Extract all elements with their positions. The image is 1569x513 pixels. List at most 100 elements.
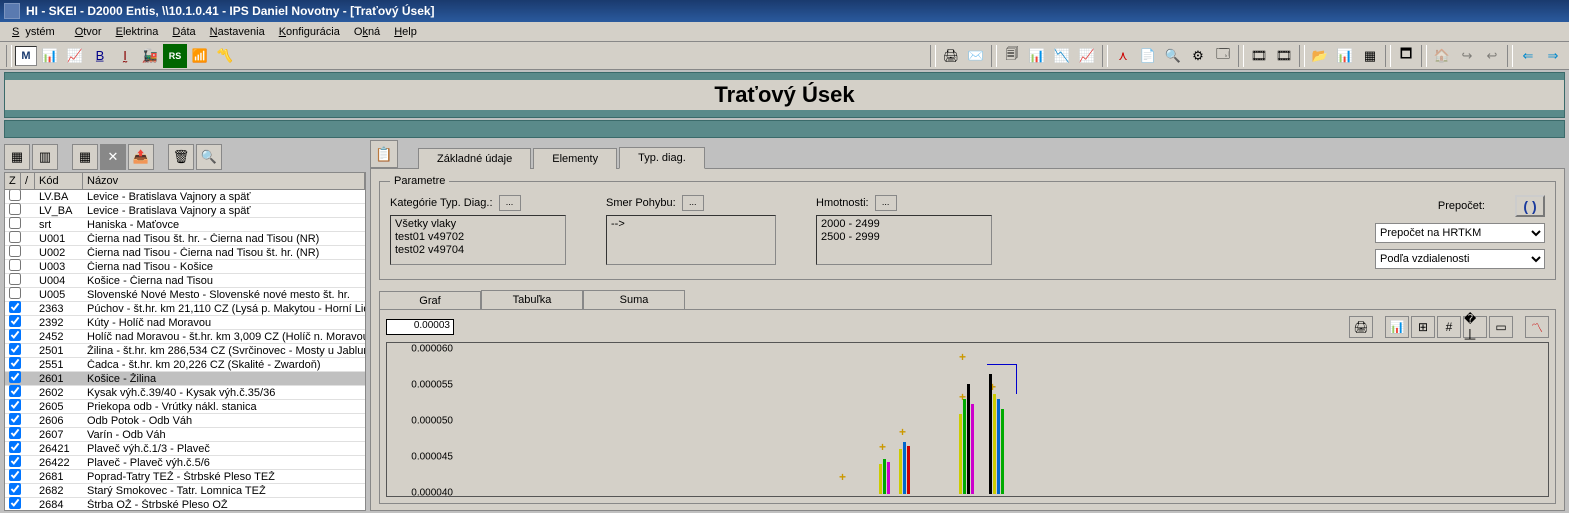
- row-checkbox[interactable]: [9, 329, 21, 341]
- tab-typ-diag[interactable]: Typ. diag.: [619, 147, 705, 169]
- grid-header-slash[interactable]: /: [21, 173, 35, 189]
- toolbar-film2-icon[interactable]: 🎞: [1272, 44, 1296, 68]
- lp-close-icon[interactable]: ✕: [100, 144, 126, 170]
- table-row[interactable]: srtHaniska - Maťovce: [5, 218, 365, 232]
- row-checkbox[interactable]: [9, 385, 21, 397]
- lp-grid1-icon[interactable]: ▦: [4, 144, 30, 170]
- chart-plot[interactable]: 0.0000600.0000550.0000500.0000450.000040…: [386, 342, 1549, 497]
- chart-tool4-icon[interactable]: �丄: [1463, 316, 1487, 338]
- row-checkbox[interactable]: [9, 371, 21, 383]
- hmot-button[interactable]: ...: [875, 195, 897, 211]
- row-checkbox[interactable]: [9, 287, 21, 299]
- row-checkbox[interactable]: [9, 203, 21, 215]
- toolbar-chart3-icon[interactable]: 📉: [1050, 44, 1074, 68]
- row-checkbox[interactable]: [9, 343, 21, 355]
- table-row[interactable]: 26422Plaveč - Plaveč výh.č.5/6: [5, 456, 365, 470]
- row-checkbox[interactable]: [9, 413, 21, 425]
- row-checkbox[interactable]: [9, 259, 21, 271]
- table-row[interactable]: 2607Varín - Odb Váh: [5, 428, 365, 442]
- menu-help[interactable]: Help: [388, 24, 423, 40]
- row-checkbox[interactable]: [9, 427, 21, 439]
- toolbar-chart2-icon[interactable]: 📊: [1025, 44, 1049, 68]
- grid-header-z[interactable]: Z: [5, 173, 21, 189]
- tab-zakladne[interactable]: Základné údaje: [418, 148, 531, 169]
- recalc-combo1[interactable]: Prepočet na HRTKM: [1375, 223, 1545, 243]
- menu-system[interactable]: Systém: [6, 24, 67, 40]
- toolbar-btn-chart[interactable]: 〽️: [213, 44, 237, 68]
- smer-list[interactable]: -->: [606, 215, 776, 265]
- chart-tool2-icon[interactable]: ⊞: [1411, 316, 1435, 338]
- subtab-graf[interactable]: Graf: [379, 291, 481, 310]
- toolbar-fwd-icon[interactable]: ⇒: [1541, 44, 1565, 68]
- chart-tool3-icon[interactable]: #: [1437, 316, 1461, 338]
- table-row[interactable]: 2682Starý Smokovec - Tatr. Lomnica TEŽ: [5, 484, 365, 498]
- row-checkbox[interactable]: [9, 231, 21, 243]
- chart-tool1-icon[interactable]: 📊: [1385, 316, 1409, 338]
- recalc-button[interactable]: ( ): [1515, 195, 1545, 217]
- menu-otvor[interactable]: Otvor: [69, 24, 108, 40]
- table-row[interactable]: U005Slovenské Nové Mesto - Slovenské nov…: [5, 288, 365, 302]
- toolbar-btn-rs[interactable]: RS: [163, 44, 187, 68]
- toolbar-exit2-icon[interactable]: ↩: [1480, 44, 1504, 68]
- row-checkbox[interactable]: [9, 301, 21, 313]
- toolbar-chart4-icon[interactable]: 📈: [1075, 44, 1099, 68]
- toolbar-doc-icon[interactable]: 📄: [1136, 44, 1160, 68]
- table-row[interactable]: 2606Odb Potok - Odb Váh: [5, 414, 365, 428]
- toolbar-app-icon[interactable]: 🗔: [1211, 44, 1235, 68]
- toolbar-exit1-icon[interactable]: ↪: [1455, 44, 1479, 68]
- table-row[interactable]: 2363Púchov - št.hr. km 21,110 CZ (Lysá p…: [5, 302, 365, 316]
- toolbar-btn-bars[interactable]: 📶: [188, 44, 212, 68]
- table-row[interactable]: LV_BALevice - Bratislava Vajnory a späť: [5, 204, 365, 218]
- row-checkbox[interactable]: [9, 469, 21, 481]
- recalc-combo2[interactable]: Podľa vzdialenosti: [1375, 249, 1545, 269]
- row-checkbox[interactable]: [9, 315, 21, 327]
- row-checkbox[interactable]: [9, 245, 21, 257]
- menu-nastavenia[interactable]: Nastavenia: [204, 24, 271, 40]
- toolbar-btn-1[interactable]: 📊: [38, 44, 62, 68]
- toolbar-search-icon[interactable]: 🔍: [1161, 44, 1185, 68]
- toolbar-back-icon[interactable]: ⇐: [1516, 44, 1540, 68]
- toolbar-copy-icon[interactable]: 🗐: [1000, 44, 1024, 68]
- table-row[interactable]: 2681Poprad-Tatry TEŽ - Štrbské Pleso TEŽ: [5, 470, 365, 484]
- tab-elementy[interactable]: Elementy: [533, 148, 617, 169]
- menu-okna[interactable]: Okná: [348, 24, 386, 40]
- row-checkbox[interactable]: [9, 399, 21, 411]
- lp-grid3-icon[interactable]: ▦: [72, 144, 98, 170]
- lp-export-icon[interactable]: 📤: [128, 144, 154, 170]
- row-checkbox[interactable]: [9, 357, 21, 369]
- toolbar-home-icon[interactable]: 🏠: [1430, 44, 1454, 68]
- table-row[interactable]: 2452Holíč nad Moravou - št.hr. km 3,009 …: [5, 330, 365, 344]
- table-row[interactable]: U004Košice - Čierna nad Tisou: [5, 274, 365, 288]
- toolbar-gear-icon[interactable]: ⚙: [1186, 44, 1210, 68]
- lp-grid2-icon[interactable]: ▥: [32, 144, 58, 170]
- table-row[interactable]: 26421Plaveč výh.č.1/3 - Plaveč: [5, 442, 365, 456]
- table-row[interactable]: 2551Čadca - št.hr. km 20,226 CZ (Skalité…: [5, 358, 365, 372]
- grid-header-nazov[interactable]: Názov: [83, 173, 365, 189]
- toolbar-btn-train[interactable]: 🚂: [138, 44, 162, 68]
- toolbar-btn-4[interactable]: Ḭ: [113, 44, 137, 68]
- grid-body[interactable]: LV.BALevice - Bratislava Vajnory a späťL…: [5, 190, 365, 509]
- menu-konfiguracia[interactable]: Konfigurácia: [273, 24, 346, 40]
- chart-tool6-icon[interactable]: 〽: [1525, 316, 1549, 338]
- lp-zoom-icon[interactable]: 🔍: [196, 144, 222, 170]
- table-row[interactable]: 2601Košice - Žilina: [5, 372, 365, 386]
- toolbar-mail-icon[interactable]: ✉️: [964, 44, 988, 68]
- kategorie-button[interactable]: ...: [499, 195, 521, 211]
- table-row[interactable]: U001Čierna nad Tisou št. hr. - Čierna na…: [5, 232, 365, 246]
- rp-sheet-icon[interactable]: 📋: [370, 140, 398, 168]
- table-row[interactable]: 2602Kysak výh.č.39/40 - Kysak výh.č.35/3…: [5, 386, 365, 400]
- toolbar-print-icon[interactable]: 🖨: [939, 44, 963, 68]
- chart-print-icon[interactable]: 🖨: [1349, 316, 1373, 338]
- grid-header-kod[interactable]: Kód: [35, 173, 83, 189]
- table-row[interactable]: 2392Kúty - Holíč nad Moravou: [5, 316, 365, 330]
- toolbar-btn-3[interactable]: B̲: [88, 44, 112, 68]
- table-row[interactable]: 2501Žilina - št.hr. km 286,534 CZ (Svrči…: [5, 344, 365, 358]
- toolbar-mode-m[interactable]: M: [15, 46, 37, 66]
- row-checkbox[interactable]: [9, 497, 21, 509]
- table-row[interactable]: 2605Priekopa odb - Vrútky nákl. stanica: [5, 400, 365, 414]
- table-row[interactable]: LV.BALevice - Bratislava Vajnory a späť: [5, 190, 365, 204]
- toolbar-chart5-icon[interactable]: 📊: [1333, 44, 1357, 68]
- row-checkbox[interactable]: [9, 217, 21, 229]
- subtab-suma[interactable]: Suma: [583, 290, 685, 309]
- menu-data[interactable]: Dáta: [166, 24, 201, 40]
